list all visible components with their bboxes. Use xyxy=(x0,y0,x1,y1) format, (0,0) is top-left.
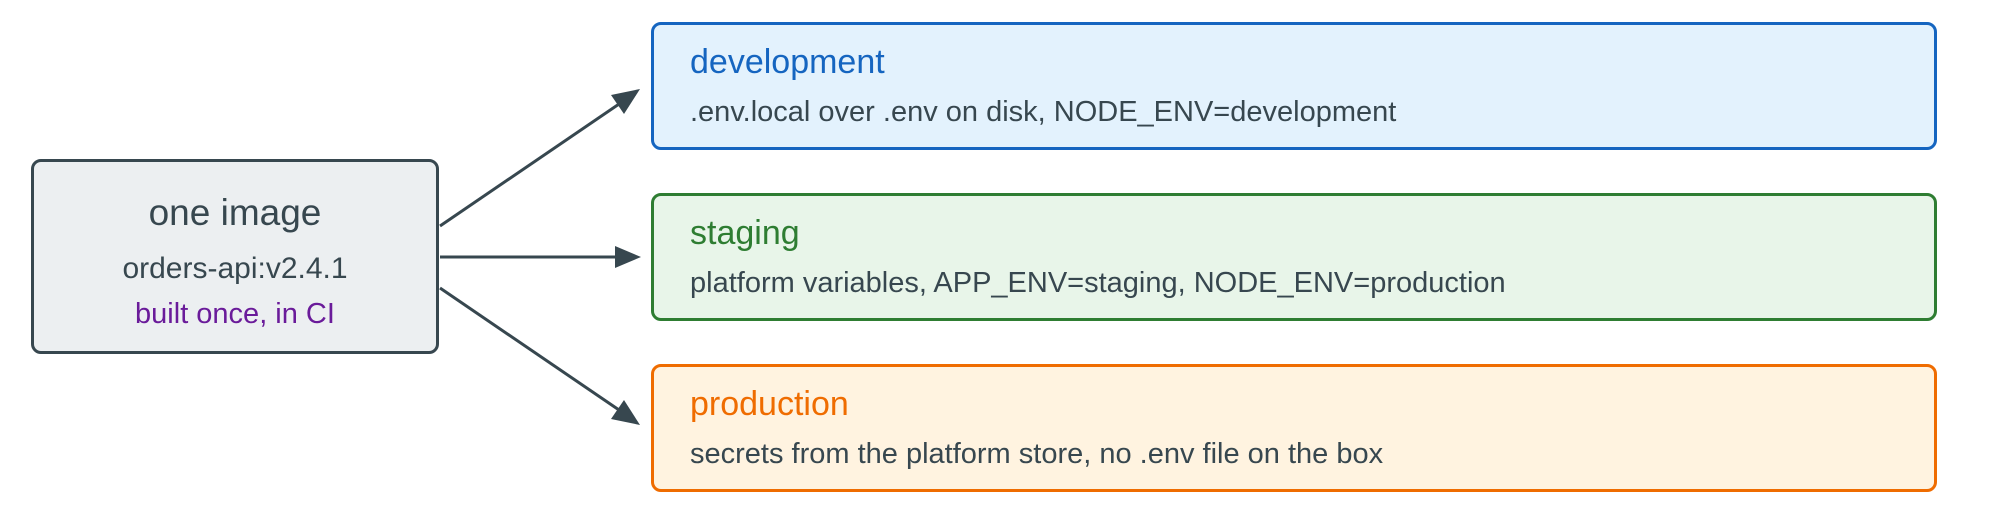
arrow-to-production xyxy=(439,286,623,414)
source-image-box: one image orders-api:v2.4.1 built once, … xyxy=(31,159,439,354)
environment-name: production xyxy=(690,385,849,423)
source-image-note: built once, in CI xyxy=(135,298,335,330)
environment-name: development xyxy=(690,43,885,81)
source-image-title: one image xyxy=(148,192,322,233)
arrow-head-production xyxy=(611,400,640,425)
arrow-head-development xyxy=(611,89,640,114)
environment-description: platform variables, APP_ENV=staging, NOD… xyxy=(690,267,1506,299)
arrow-head-staging xyxy=(615,246,641,268)
environment-box-staging: staging platform variables, APP_ENV=stag… xyxy=(651,193,1937,321)
source-image-tag: orders-api:v2.4.1 xyxy=(122,252,348,285)
arrow-to-development xyxy=(439,100,623,228)
environment-name: staging xyxy=(690,214,800,252)
environment-box-production: production secrets from the platform sto… xyxy=(651,364,1937,492)
environment-box-development: development .env.local over .env on disk… xyxy=(651,22,1937,150)
environment-description: secrets from the platform store, no .env… xyxy=(690,438,1384,470)
environment-description: .env.local over .env on disk, NODE_ENV=d… xyxy=(690,96,1397,128)
